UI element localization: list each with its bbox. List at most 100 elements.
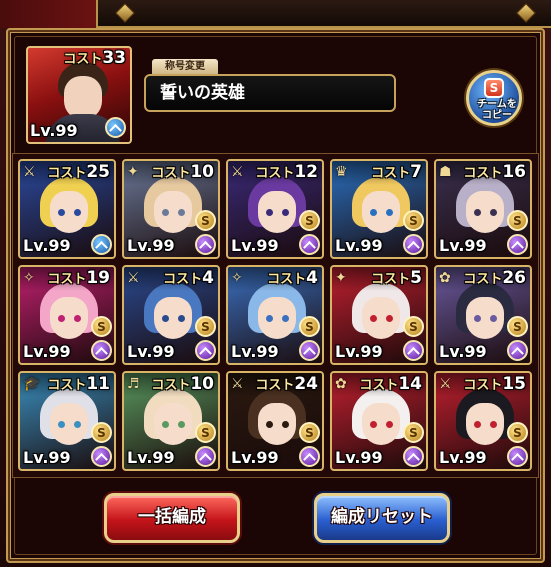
unit-level: Lv.99	[23, 448, 71, 467]
rank-s-icon: S	[91, 422, 112, 443]
cost-value: 24	[294, 374, 318, 394]
unit-eye	[162, 421, 169, 428]
awaken-badge-icon	[403, 446, 424, 467]
unit-face	[258, 403, 296, 445]
unit-eye	[490, 209, 497, 216]
unit-class-icon: ☗	[439, 164, 452, 180]
unit-eye	[266, 209, 273, 216]
cost-value: 4	[202, 268, 214, 288]
unit-cost: コスト4	[163, 268, 214, 288]
unit-card[interactable]: ✦ コスト10 S Lv.99	[122, 159, 220, 259]
unit-face	[154, 297, 192, 339]
unit-cost: コスト10	[151, 374, 214, 394]
cost-value: 14	[398, 374, 422, 394]
unit-card[interactable]: ⚔ コスト25 Lv.99	[18, 159, 116, 259]
unit-face	[466, 403, 504, 445]
unit-card[interactable]: ✧ コスト4 S Lv.99	[226, 265, 324, 365]
cost-label: コスト	[463, 378, 503, 393]
cost-label: コスト	[47, 272, 87, 287]
unit-card[interactable]: ☗ コスト16 S Lv.99	[434, 159, 532, 259]
rank-s-icon: S	[507, 316, 528, 337]
leader-portrait[interactable]: コスト33 Lv.99	[26, 46, 132, 144]
title-display[interactable]: 誓いの英雄	[144, 74, 396, 112]
reset-formation-button[interactable]: 編成リセット	[314, 493, 450, 543]
cost-value: 26	[502, 268, 526, 288]
auto-form-button[interactable]: 一括編成	[104, 493, 240, 543]
unit-eye	[74, 421, 81, 428]
unit-class-icon: ✧	[231, 270, 243, 286]
unit-card[interactable]: ♛ コスト7 S Lv.99	[330, 159, 428, 259]
unit-eye	[474, 209, 481, 216]
cost-value: 19	[86, 268, 110, 288]
unit-card[interactable]: ✿ コスト14 S Lv.99	[330, 371, 428, 471]
unit-eye	[474, 421, 481, 428]
unit-class-icon: ⚔	[23, 164, 36, 180]
unit-grid: ⚔ コスト25 Lv.99 ✦ コスト10 S Lv.99 ⚔ コスト12 S Lv.99 ♛ コスト7…	[12, 153, 539, 478]
awaken-badge-icon	[91, 340, 112, 361]
unit-card[interactable]: ⚔ コスト15 S Lv.99	[434, 371, 532, 471]
unit-class-icon: ✧	[23, 270, 35, 286]
unit-card[interactable]: ⚔ コスト24 S Lv.99	[226, 371, 324, 471]
cost-value: 10	[190, 162, 214, 182]
unit-card[interactable]: ✧ コスト19 S Lv.99	[18, 265, 116, 365]
unit-eye	[58, 421, 65, 428]
unit-eye	[386, 421, 393, 428]
cost-label: コスト	[163, 272, 203, 287]
unit-face	[154, 191, 192, 233]
unit-card[interactable]: ♬ コスト10 S Lv.99	[122, 371, 220, 471]
rank-s-icon: S	[403, 210, 424, 231]
unit-card[interactable]: ⚔ コスト12 S Lv.99	[226, 159, 324, 259]
unit-cost: コスト5	[371, 268, 422, 288]
copy-icon: S	[484, 78, 504, 98]
unit-face	[362, 297, 400, 339]
unit-eye	[386, 315, 393, 322]
cost-value: 4	[306, 268, 318, 288]
unit-face	[258, 191, 296, 233]
unit-level: Lv.99	[439, 448, 487, 467]
awaken-badge-icon	[195, 340, 216, 361]
unit-card[interactable]: ⚔ コスト4 S Lv.99	[122, 265, 220, 365]
leader-cost: コスト33	[63, 48, 126, 68]
unit-face	[50, 297, 88, 339]
unit-class-icon: ✦	[127, 164, 139, 180]
awaken-badge-icon	[91, 446, 112, 467]
unit-level: Lv.99	[231, 342, 279, 361]
unit-level: Lv.99	[23, 236, 71, 255]
unit-face	[466, 191, 504, 233]
rank-s-icon: S	[195, 422, 216, 443]
unit-eye	[178, 421, 185, 428]
unit-card[interactable]: 🎓 コスト11 S Lv.99	[18, 371, 116, 471]
unit-eye	[58, 209, 65, 216]
cost-label: コスト	[255, 166, 295, 181]
unit-level: Lv.99	[439, 236, 487, 255]
unit-cost: コスト15	[463, 374, 526, 394]
unit-level: Lv.99	[335, 448, 383, 467]
unit-level: Lv.99	[231, 448, 279, 467]
title-change-label[interactable]: 称号変更	[152, 59, 218, 75]
unit-level: Lv.99	[335, 236, 383, 255]
copy-team-button[interactable]: S チームを コピー	[466, 70, 522, 126]
unit-face	[362, 191, 400, 233]
rank-s-icon: S	[299, 422, 320, 443]
cost-value: 11	[86, 374, 110, 394]
unit-eye	[282, 315, 289, 322]
rank-s-icon: S	[91, 316, 112, 337]
rank-s-icon: S	[403, 316, 424, 337]
unit-cost: コスト12	[255, 162, 318, 182]
cost-value: 7	[410, 162, 422, 182]
unit-level: Lv.99	[127, 236, 175, 255]
unit-card[interactable]: ✿ コスト26 S Lv.99	[434, 265, 532, 365]
unit-cost: コスト4	[267, 268, 318, 288]
unit-class-icon: ✿	[335, 376, 347, 392]
unit-cost: コスト11	[47, 374, 110, 394]
header-bar	[96, 0, 551, 28]
cost-label: コスト	[359, 378, 399, 393]
unit-class-icon: ⚔	[127, 270, 140, 286]
unit-class-icon: ✿	[439, 270, 451, 286]
copy-label-line1: チームを	[477, 99, 517, 110]
unit-level: Lv.99	[439, 342, 487, 361]
unit-card[interactable]: ✦ コスト5 S Lv.99	[330, 265, 428, 365]
cost-label: コスト	[151, 378, 191, 393]
cost-value: 16	[502, 162, 526, 182]
unit-class-icon: ♛	[335, 164, 348, 180]
